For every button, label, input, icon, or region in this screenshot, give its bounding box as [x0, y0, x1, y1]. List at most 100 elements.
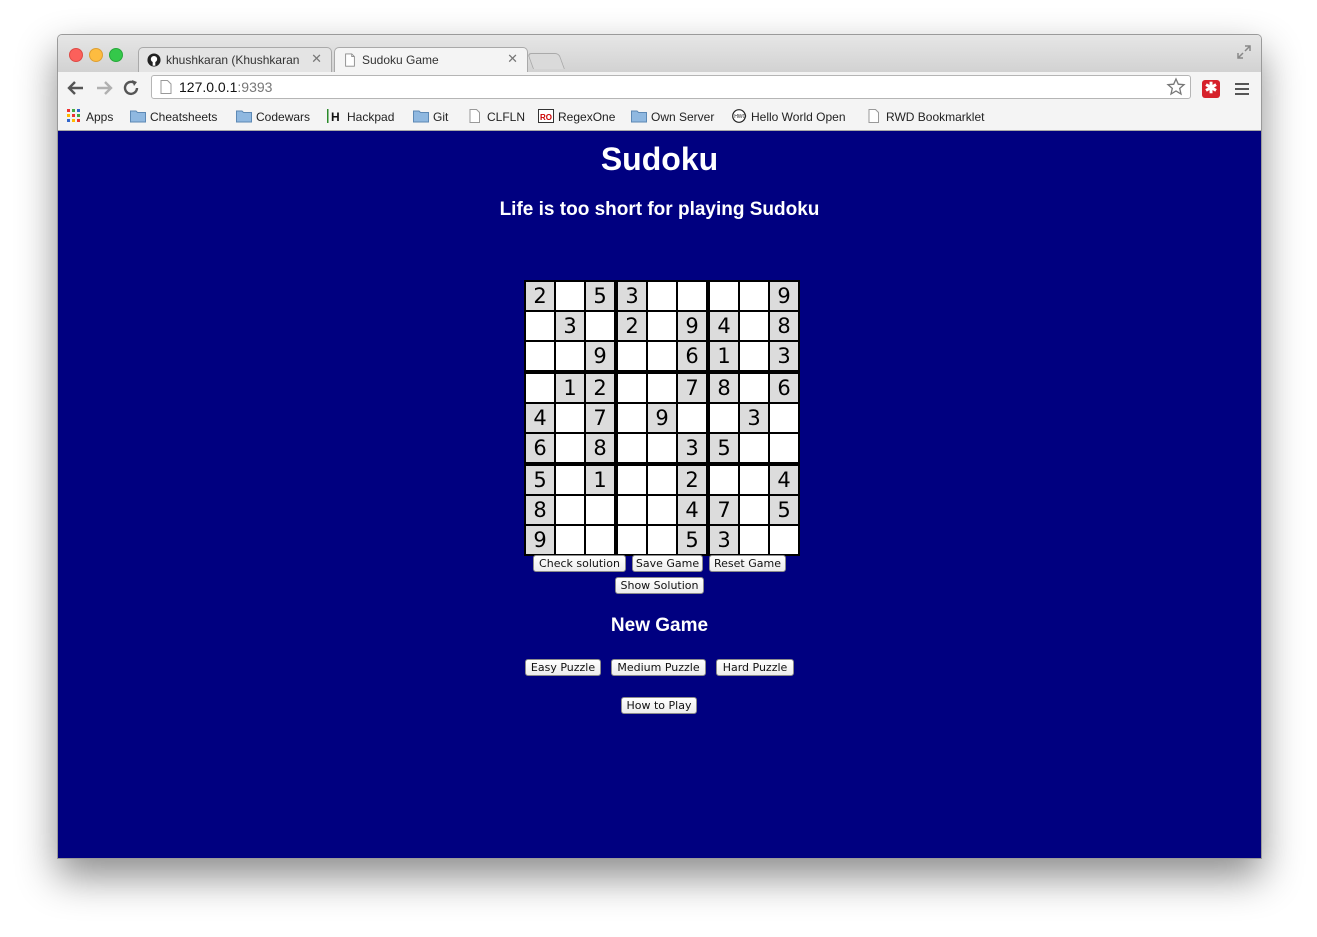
sudoku-cell[interactable]: [740, 434, 768, 462]
sudoku-cell[interactable]: [678, 404, 706, 432]
sudoku-cell[interactable]: [740, 282, 768, 310]
bookmark-star-icon[interactable]: [1166, 77, 1186, 97]
sudoku-cell[interactable]: [710, 466, 738, 494]
sudoku-cell[interactable]: 9: [586, 342, 614, 370]
sudoku-cell[interactable]: [740, 374, 768, 402]
sudoku-cell[interactable]: [770, 404, 798, 432]
sudoku-cell[interactable]: 8: [710, 374, 738, 402]
sudoku-cell[interactable]: 8: [770, 312, 798, 340]
sudoku-cell[interactable]: 1: [710, 342, 738, 370]
sudoku-cell[interactable]: [526, 312, 554, 340]
minimize-window-button[interactable]: [89, 48, 103, 62]
sudoku-cell[interactable]: 2: [526, 282, 554, 310]
sudoku-cell[interactable]: [740, 526, 768, 554]
sudoku-cell[interactable]: [740, 466, 768, 494]
sudoku-cell[interactable]: 9: [648, 404, 676, 432]
sudoku-cell[interactable]: 1: [556, 374, 584, 402]
reload-icon[interactable]: [121, 78, 141, 98]
address-bar[interactable]: 127.0.0.1:9393: [151, 75, 1191, 99]
how-to-play-button[interactable]: How to Play: [621, 697, 697, 714]
back-arrow-icon[interactable]: [66, 78, 86, 98]
sudoku-cell[interactable]: 5: [678, 526, 706, 554]
sudoku-cell[interactable]: 3: [770, 342, 798, 370]
new-tab-button[interactable]: [527, 53, 565, 69]
sudoku-cell[interactable]: [556, 404, 584, 432]
sudoku-cell[interactable]: [710, 282, 738, 310]
sudoku-cell[interactable]: [556, 496, 584, 524]
sudoku-cell[interactable]: [586, 312, 614, 340]
sudoku-cell[interactable]: 6: [678, 342, 706, 370]
sudoku-cell[interactable]: [618, 496, 646, 524]
sudoku-cell[interactable]: [618, 466, 646, 494]
sudoku-cell[interactable]: [556, 434, 584, 462]
zoom-window-button[interactable]: [109, 48, 123, 62]
sudoku-cell[interactable]: 9: [770, 282, 798, 310]
sudoku-cell[interactable]: [648, 466, 676, 494]
easy-puzzle-button[interactable]: Easy Puzzle: [525, 659, 601, 676]
tab-sudoku[interactable]: Sudoku Game ✕: [334, 47, 528, 72]
sudoku-cell[interactable]: [618, 434, 646, 462]
sudoku-cell[interactable]: 5: [586, 282, 614, 310]
sudoku-cell[interactable]: [526, 342, 554, 370]
fullscreen-icon[interactable]: [1237, 45, 1251, 59]
close-window-button[interactable]: [69, 48, 83, 62]
sudoku-cell[interactable]: [618, 374, 646, 402]
sudoku-cell[interactable]: 4: [678, 496, 706, 524]
sudoku-cell[interactable]: 7: [586, 404, 614, 432]
sudoku-cell[interactable]: [618, 526, 646, 554]
hard-puzzle-button[interactable]: Hard Puzzle: [716, 659, 794, 676]
menu-icon[interactable]: [1235, 83, 1249, 95]
sudoku-cell[interactable]: [648, 526, 676, 554]
sudoku-cell[interactable]: 4: [770, 466, 798, 494]
lastpass-extension-icon[interactable]: ✱: [1202, 80, 1220, 98]
sudoku-cell[interactable]: [618, 404, 646, 432]
sudoku-cell[interactable]: 2: [586, 374, 614, 402]
sudoku-cell[interactable]: [678, 282, 706, 310]
medium-puzzle-button[interactable]: Medium Puzzle: [611, 659, 706, 676]
sudoku-cell[interactable]: [770, 434, 798, 462]
sudoku-cell[interactable]: 3: [710, 526, 738, 554]
sudoku-cell[interactable]: [586, 526, 614, 554]
tab-close-icon[interactable]: ✕: [507, 51, 518, 67]
sudoku-cell[interactable]: [740, 342, 768, 370]
sudoku-cell[interactable]: [526, 374, 554, 402]
check-solution-button[interactable]: Check solution: [533, 555, 626, 572]
sudoku-cell[interactable]: 4: [526, 404, 554, 432]
sudoku-cell[interactable]: 6: [770, 374, 798, 402]
url-text[interactable]: 127.0.0.1:9393: [179, 79, 272, 95]
sudoku-cell[interactable]: 1: [586, 466, 614, 494]
sudoku-cell[interactable]: [556, 466, 584, 494]
sudoku-cell[interactable]: 5: [526, 466, 554, 494]
sudoku-cell[interactable]: 3: [618, 282, 646, 310]
sudoku-cell[interactable]: 9: [678, 312, 706, 340]
sudoku-cell[interactable]: [710, 404, 738, 432]
sudoku-cell[interactable]: 3: [740, 404, 768, 432]
tab-close-icon[interactable]: ✕: [311, 51, 322, 67]
sudoku-cell[interactable]: 7: [678, 374, 706, 402]
sudoku-cell[interactable]: 5: [770, 496, 798, 524]
sudoku-cell[interactable]: [556, 282, 584, 310]
sudoku-cell[interactable]: 4: [710, 312, 738, 340]
sudoku-cell[interactable]: [648, 342, 676, 370]
sudoku-cell[interactable]: [648, 282, 676, 310]
show-solution-button[interactable]: Show Solution: [615, 577, 704, 594]
sudoku-cell[interactable]: [556, 526, 584, 554]
sudoku-cell[interactable]: [648, 374, 676, 402]
sudoku-cell[interactable]: [586, 496, 614, 524]
save-game-button[interactable]: Save Game: [632, 555, 703, 572]
tab-github[interactable]: khushkaran (Khushkaran S ✕: [138, 47, 332, 72]
sudoku-cell[interactable]: 8: [526, 496, 554, 524]
sudoku-cell[interactable]: [770, 526, 798, 554]
forward-arrow-icon[interactable]: [94, 78, 114, 98]
sudoku-cell[interactable]: [648, 312, 676, 340]
sudoku-cell[interactable]: [648, 434, 676, 462]
sudoku-cell[interactable]: 2: [618, 312, 646, 340]
sudoku-cell[interactable]: 3: [556, 312, 584, 340]
sudoku-cell[interactable]: [740, 312, 768, 340]
sudoku-cell[interactable]: [740, 496, 768, 524]
reset-game-button[interactable]: Reset Game: [709, 555, 786, 572]
sudoku-cell[interactable]: 2: [678, 466, 706, 494]
sudoku-cell[interactable]: 8: [586, 434, 614, 462]
sudoku-cell[interactable]: 7: [710, 496, 738, 524]
sudoku-cell[interactable]: [618, 342, 646, 370]
